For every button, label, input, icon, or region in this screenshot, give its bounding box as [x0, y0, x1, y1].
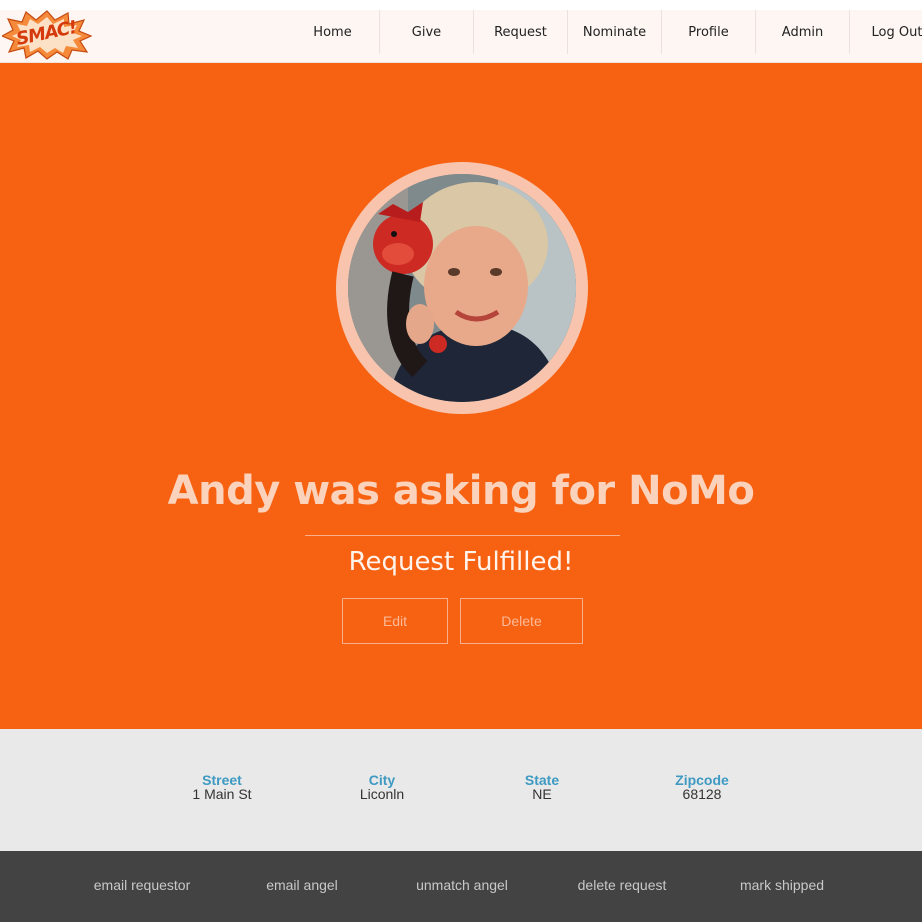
city-label: City [368, 772, 396, 788]
logo[interactable]: SMAC! [0, 10, 93, 60]
zipcode-value: 68128 [682, 786, 722, 802]
request-title: Andy was asking for NoMo [167, 468, 755, 514]
street-field: Street 1 Main St [162, 773, 282, 801]
main-nav: Home Give Request Nominate Profile Admin… [286, 10, 922, 54]
request-hero: Andy was asking for NoMo Request Fulfill… [0, 63, 922, 729]
admin-actions-footer: email requestor email angel unmatch ange… [0, 851, 922, 922]
zipcode-field: Zipcode 68128 [642, 773, 762, 801]
street-value: 1 Main St [192, 786, 252, 802]
avatar-ring [336, 162, 588, 414]
requester-avatar-photo [348, 174, 576, 402]
nav-nominate[interactable]: Nominate [568, 10, 662, 54]
state-label: State [524, 772, 560, 788]
state-field: State NE [482, 773, 602, 801]
nav-log-out[interactable]: Log Out [850, 10, 922, 54]
person-photo-icon [348, 174, 576, 402]
edit-button[interactable]: Edit [342, 598, 448, 644]
email-angel-link[interactable]: email angel [266, 877, 338, 893]
navbar: SMAC! Home Give Request Nominate Profile… [0, 10, 922, 63]
mark-shipped-link[interactable]: mark shipped [740, 877, 824, 893]
zipcode-label: Zipcode [675, 772, 729, 788]
street-label: Street [202, 772, 242, 788]
unmatch-angel-link[interactable]: unmatch angel [416, 877, 508, 893]
city-value: Liconln [359, 786, 405, 802]
delete-button[interactable]: Delete [460, 598, 583, 644]
state-value: NE [532, 786, 552, 802]
title-divider [305, 535, 620, 536]
delete-request-link[interactable]: delete request [578, 877, 667, 893]
nav-give[interactable]: Give [380, 10, 474, 54]
city-field: City Liconln [322, 773, 442, 801]
address-section: Street 1 Main St City Liconln State NE Z… [0, 729, 922, 851]
email-requestor-link[interactable]: email requestor [94, 877, 191, 893]
nav-profile[interactable]: Profile [662, 10, 756, 54]
nav-admin[interactable]: Admin [756, 10, 850, 54]
request-status: Request Fulfilled! [348, 547, 574, 577]
nav-home[interactable]: Home [286, 10, 380, 54]
nav-request[interactable]: Request [474, 10, 568, 54]
top-strip [0, 0, 922, 10]
